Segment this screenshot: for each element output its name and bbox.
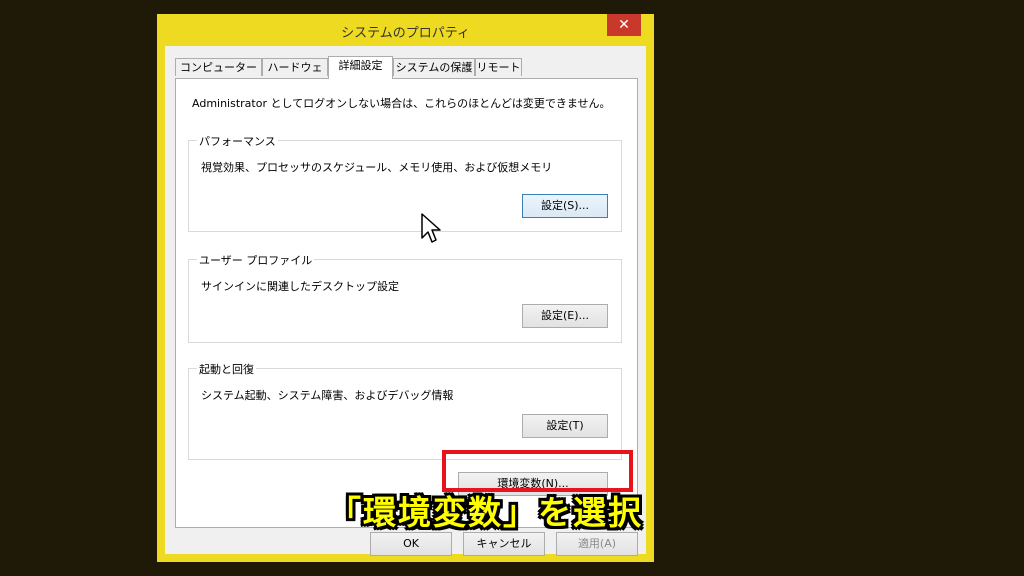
tab-advanced[interactable]: 詳細設定 <box>328 56 393 79</box>
startup-recovery-settings-button[interactable]: 設定(T) <box>522 414 608 438</box>
cancel-button[interactable]: キャンセル <box>463 532 545 556</box>
user-profile-settings-button[interactable]: 設定(E)... <box>522 304 608 328</box>
close-icon: ✕ <box>618 17 630 33</box>
tab-system-protection[interactable]: システムの保護 <box>393 58 475 76</box>
title-bar[interactable]: システムのプロパティ ✕ <box>157 14 654 46</box>
startup-recovery-group: 起動と回復 システム起動、システム障害、およびデバッグ情報 設定(T) <box>188 361 622 460</box>
performance-group: パフォーマンス 視覚効果、プロセッサのスケジュール、メモリ使用、および仮想メモリ… <box>188 133 622 232</box>
user-profile-description: サインインに関連したデスクトップ設定 <box>201 280 399 293</box>
close-button[interactable]: ✕ <box>607 14 641 36</box>
performance-group-label: パフォーマンス <box>197 133 278 149</box>
mouse-cursor-icon <box>420 212 444 250</box>
tab-computer-name[interactable]: コンピューター名 <box>175 58 262 91</box>
startup-recovery-description: システム起動、システム障害、およびデバッグ情報 <box>201 389 454 402</box>
tab-hardware[interactable]: ハードウェア <box>262 58 328 91</box>
startup-recovery-group-label: 起動と回復 <box>197 361 256 377</box>
user-profile-group-label: ユーザー プロファイル <box>197 252 315 268</box>
apply-button[interactable]: 適用(A) <box>556 532 638 556</box>
performance-description: 視覚効果、プロセッサのスケジュール、メモリ使用、および仮想メモリ <box>201 161 553 174</box>
user-profile-group: ユーザー プロファイル サインインに関連したデスクトップ設定 設定(E)... <box>188 252 622 343</box>
window-title: システムのプロパティ <box>341 26 470 41</box>
instruction-caption: 「環境変数」を選択 <box>328 493 643 532</box>
performance-settings-button[interactable]: 設定(S)... <box>522 194 608 218</box>
tab-remote[interactable]: リモート <box>475 58 522 76</box>
admin-note: Administrator としてログオンしない場合は、これらのほとんどは変更で… <box>192 97 611 110</box>
ok-button[interactable]: OK <box>370 532 452 556</box>
